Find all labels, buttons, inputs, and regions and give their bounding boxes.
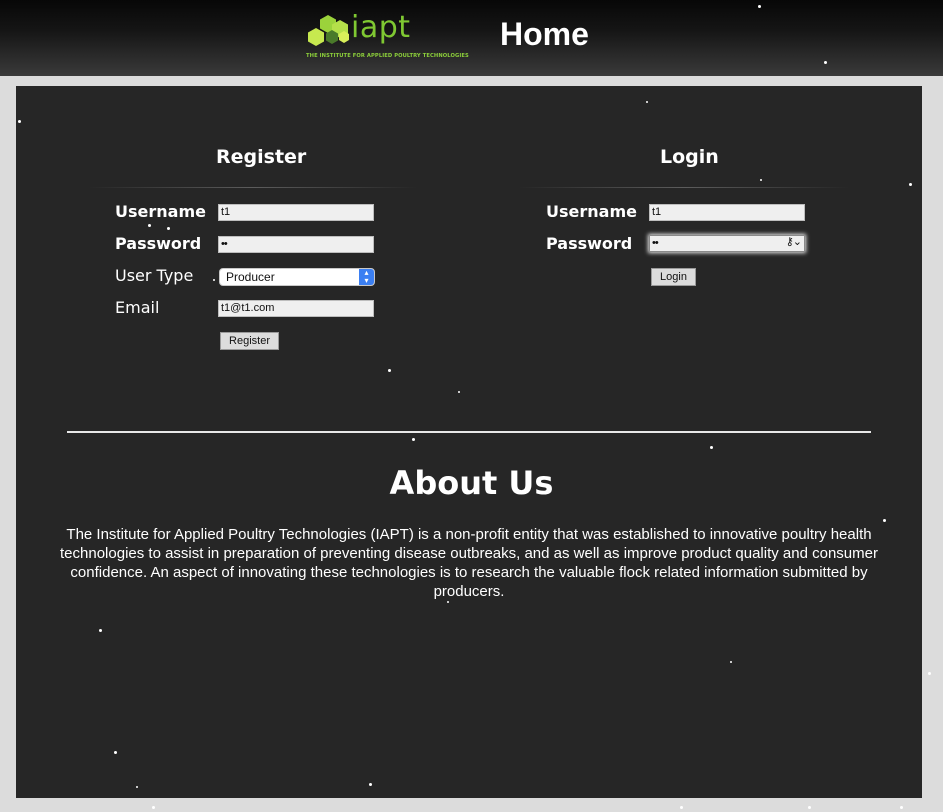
register-username-input[interactable]: t1: [218, 204, 374, 221]
chevron-up-down-icon: ▴ ▾: [359, 269, 374, 285]
star-dot: [458, 391, 460, 393]
logo-subtitle: THE INSTITUTE FOR APPLIED POULTRY TECHNO…: [306, 53, 469, 59]
logo-wordmark: iapt: [351, 10, 411, 45]
star-dot: [152, 806, 155, 809]
login-username-label: Username: [546, 202, 637, 221]
page-title: Home: [500, 16, 589, 52]
star-dot: [710, 446, 713, 449]
star-dot: [114, 751, 117, 754]
star-dot: [18, 120, 21, 123]
star-dot: [136, 786, 138, 788]
star-dot: [909, 183, 912, 186]
star-dot: [148, 224, 151, 227]
star-dot: [808, 806, 811, 809]
register-title: Register: [216, 146, 307, 168]
star-dot: [369, 783, 372, 786]
login-title: Login: [660, 146, 719, 168]
register-username-label: Username: [115, 202, 206, 221]
register-password-label: Password: [115, 234, 202, 253]
login-divider: [518, 187, 850, 188]
star-dot: [388, 369, 391, 372]
star-dot: [730, 661, 732, 663]
register-password-input[interactable]: ••: [218, 236, 374, 253]
hexagon-logo-icon: [308, 15, 349, 46]
star-dot: [758, 5, 761, 8]
register-divider: [88, 187, 418, 188]
login-button[interactable]: Login: [651, 268, 696, 286]
login-username-input[interactable]: t1: [649, 204, 805, 221]
iapt-logo[interactable]: iapt THE INSTITUTE FOR APPLIED POULTRY T…: [305, 10, 470, 62]
star-dot: [646, 101, 648, 103]
user-type-selected-value: Producer: [226, 270, 275, 284]
login-password-value: ••: [652, 237, 659, 249]
section-divider: [67, 431, 871, 433]
star-dot: [447, 601, 449, 603]
about-body: The Institute for Applied Poultry Techno…: [60, 526, 878, 600]
about-title: About Us: [389, 464, 554, 502]
star-dot: [928, 672, 931, 675]
star-dot: [213, 279, 215, 281]
login-password-input[interactable]: •• ⚷⌄: [649, 235, 805, 252]
star-dot: [680, 806, 683, 809]
email-label: Email: [115, 298, 160, 317]
star-dot: [883, 519, 886, 522]
email-input[interactable]: t1@t1.com: [218, 300, 374, 317]
user-type-select[interactable]: Producer ▴ ▾: [219, 268, 375, 286]
header-bar: iapt THE INSTITUTE FOR APPLIED POULTRY T…: [0, 0, 943, 76]
star-dot: [167, 227, 170, 230]
star-dot: [99, 629, 102, 632]
star-dot: [760, 179, 762, 181]
star-dot: [824, 61, 827, 64]
star-dot: [900, 806, 903, 809]
login-password-label: Password: [546, 234, 633, 253]
star-dot: [412, 438, 415, 441]
register-button[interactable]: Register: [220, 332, 279, 350]
main-panel: [16, 86, 922, 798]
user-type-label: User Type: [115, 266, 194, 285]
key-icon[interactable]: ⚷⌄: [786, 236, 802, 249]
